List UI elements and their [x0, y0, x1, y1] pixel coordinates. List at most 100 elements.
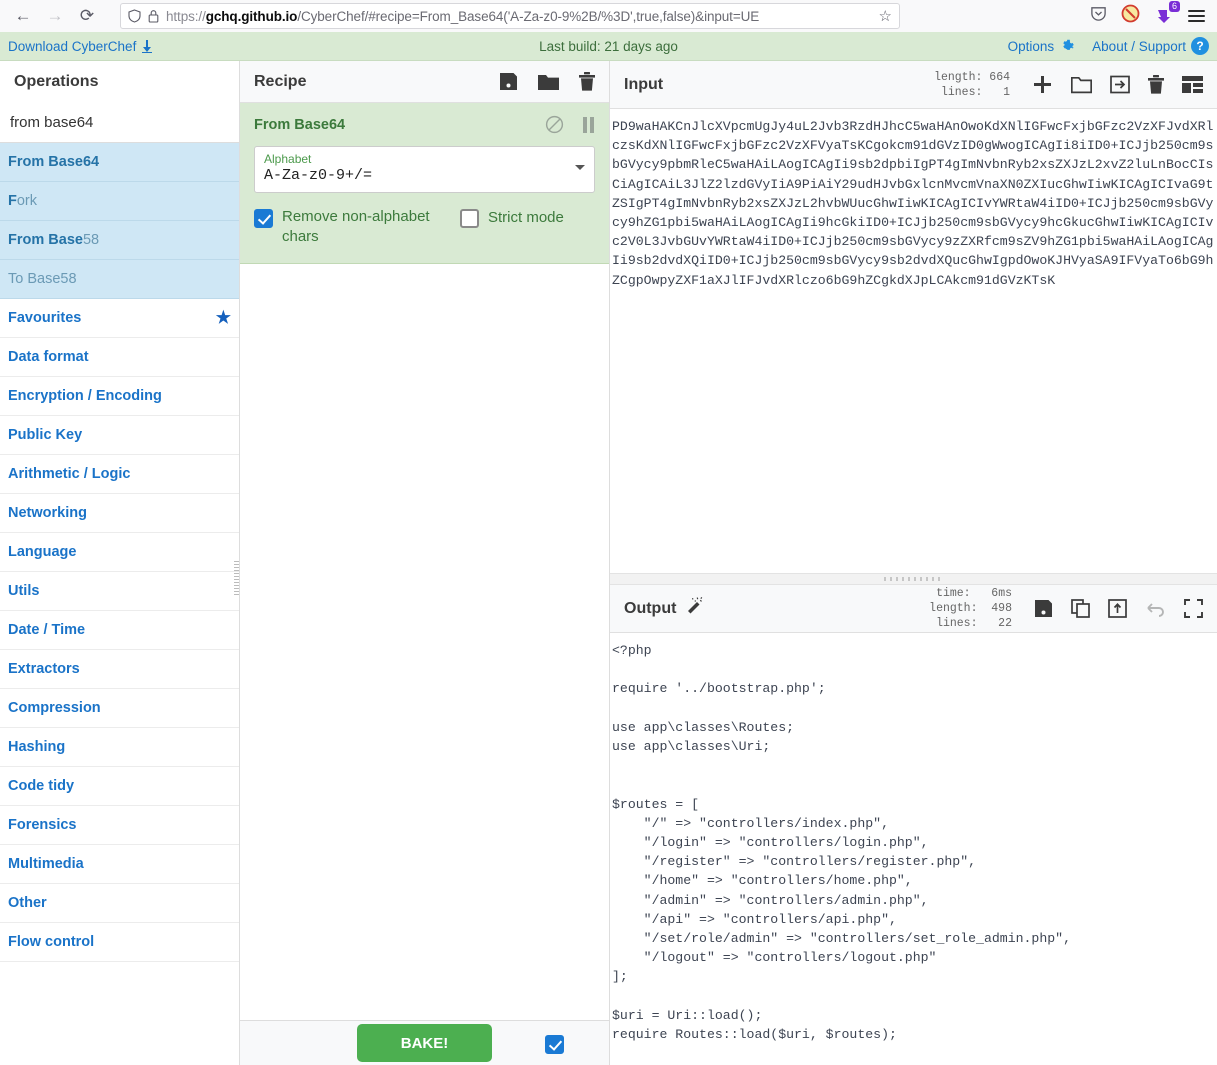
save-icon[interactable]	[1034, 599, 1053, 618]
url-text[interactable]: https://gchq.github.io/CyberChef/#recipe…	[166, 9, 872, 24]
auto-bake-checkbox[interactable]	[545, 1034, 564, 1054]
io-splitter[interactable]	[610, 573, 1217, 585]
splitter-grip	[883, 577, 944, 581]
url-path: /CyberChef/#recipe=From_Base64('A-Za-z0-…	[297, 8, 760, 24]
operation-result-fork[interactable]: Fork	[0, 182, 239, 221]
download-arrow-icon	[142, 39, 153, 53]
trash-icon[interactable]	[1148, 75, 1164, 94]
chevron-down-icon[interactable]	[575, 165, 585, 170]
layout-icon[interactable]	[1182, 76, 1203, 93]
category-label: Forensics	[8, 817, 77, 833]
operation-result-from-base64[interactable]: From Base64	[0, 143, 239, 182]
category-encryption-encoding[interactable]: Encryption / Encoding	[0, 377, 239, 416]
category-arithmetic-logic[interactable]: Arithmetic / Logic	[0, 455, 239, 494]
strict-mode-checkbox[interactable]	[460, 209, 479, 228]
recipe-title: Recipe	[254, 72, 307, 90]
category-extractors[interactable]: Extractors	[0, 650, 239, 689]
category-public-key[interactable]: Public Key	[0, 416, 239, 455]
browser-action-icons: 6	[1090, 1, 1209, 28]
category-label: Code tidy	[8, 778, 75, 794]
operations-search[interactable]	[0, 103, 239, 143]
output-meta: time: 6ms length: 498 lines: 22	[929, 587, 1012, 630]
operation-result-to-base58[interactable]: To Base58	[0, 260, 239, 299]
reload-icon[interactable]: ⟳	[72, 2, 102, 30]
copy-icon[interactable]	[1071, 599, 1090, 618]
operation-result-from-base58[interactable]: From Base 58	[0, 221, 239, 260]
category-data-format[interactable]: Data format	[0, 338, 239, 377]
pause-icon[interactable]	[582, 116, 595, 133]
alphabet-argument[interactable]: Alphabet A-Za-z0-9+/=	[254, 146, 595, 193]
category-other[interactable]: Other	[0, 884, 239, 923]
category-label: Data format	[8, 349, 89, 365]
category-hashing[interactable]: Hashing	[0, 728, 239, 767]
tracking-shield-icon[interactable]	[128, 9, 141, 23]
question-mark-icon: ?	[1191, 37, 1209, 55]
folder-icon[interactable]	[1071, 76, 1092, 94]
recipe-operation-from-base64[interactable]: From Base64 Alphabet A-Za-z0-9+/= Remove…	[240, 103, 609, 264]
category-label: Hashing	[8, 739, 66, 755]
save-icon[interactable]	[499, 72, 518, 91]
category-flow-control[interactable]: Flow control	[0, 923, 239, 962]
output-textarea[interactable]: <?php require '../bootstrap.php'; use ap…	[610, 633, 1217, 1065]
category-label: Public Key	[8, 427, 83, 443]
alphabet-input[interactable]: A-Za-z0-9+/=	[264, 166, 585, 186]
about-support-button[interactable]: About / Support ?	[1092, 37, 1209, 55]
category-compression[interactable]: Compression	[0, 689, 239, 728]
category-utils[interactable]: Utils	[0, 572, 239, 611]
search-input[interactable]	[10, 114, 229, 131]
star-icon[interactable]: ☆	[879, 7, 892, 25]
recipe-operations-list[interactable]: From Base64 Alphabet A-Za-z0-9+/= Remove…	[240, 103, 609, 1020]
magic-wand-icon[interactable]	[684, 596, 704, 621]
lock-icon[interactable]	[148, 9, 159, 23]
operations-title: Operations	[14, 73, 99, 90]
remove-non-alphabet-chars-option[interactable]: Remove non-alphabet chars	[254, 207, 432, 247]
result-match: F	[8, 193, 17, 209]
category-favourites[interactable]: Favourites ★	[0, 299, 239, 338]
plus-icon[interactable]	[1032, 74, 1053, 95]
recipe-operation-title: From Base64	[254, 116, 346, 133]
category-forensics[interactable]: Forensics	[0, 806, 239, 845]
disable-icon[interactable]	[545, 115, 564, 134]
category-code-tidy[interactable]: Code tidy	[0, 767, 239, 806]
fullscreen-icon[interactable]	[1184, 599, 1203, 618]
open-file-icon[interactable]	[1110, 75, 1130, 94]
category-label: Multimedia	[8, 856, 84, 872]
url-scheme: https://	[166, 8, 206, 24]
category-label: Favourites	[8, 310, 82, 326]
strict-mode-label: Strict mode	[488, 208, 564, 226]
category-label: Other	[8, 895, 47, 911]
category-label: Encryption / Encoding	[8, 388, 162, 404]
undo-icon[interactable]	[1145, 600, 1166, 617]
trash-icon[interactable]	[579, 72, 595, 91]
category-label: Extractors	[8, 661, 80, 677]
back-arrow-icon[interactable]: ←	[8, 2, 38, 30]
category-language[interactable]: Language	[0, 533, 239, 572]
remove-non-alphabet-chars-checkbox[interactable]	[254, 209, 273, 228]
category-date-time[interactable]: Date / Time	[0, 611, 239, 650]
forward-arrow-icon[interactable]: →	[40, 2, 70, 30]
category-multimedia[interactable]: Multimedia	[0, 845, 239, 884]
move-to-input-icon[interactable]	[1108, 599, 1127, 618]
remove-non-alphabet-chars-label: Remove non-alphabet chars	[282, 208, 430, 245]
input-area: Input length: 664 lines: 1 PD9waHAKCnJlc…	[610, 61, 1217, 573]
result-match: From Base64	[8, 154, 100, 170]
download-cyberchef-link[interactable]: Download CyberChef	[8, 39, 153, 54]
hamburger-menu-icon[interactable]	[1188, 10, 1205, 22]
address-bar[interactable]: https://gchq.github.io/CyberChef/#recipe…	[120, 3, 900, 29]
input-textarea[interactable]: PD9waHAKCnJlcXVpcmUgJy4uL2Jvb3RzdHJhcC5w…	[610, 109, 1217, 573]
pocket-icon[interactable]	[1090, 5, 1107, 27]
folder-icon[interactable]	[538, 73, 559, 91]
result-rest: 58	[82, 232, 100, 248]
result-rest: ork	[16, 193, 38, 209]
script-blocker-icon[interactable]	[1121, 4, 1140, 28]
operations-resize-handle[interactable]	[234, 561, 239, 596]
output-title: Output	[624, 599, 677, 617]
auto-bake-option[interactable]	[545, 1033, 564, 1054]
category-networking[interactable]: Networking	[0, 494, 239, 533]
cyberchef-app: Operations From Base64 Fork From Base58 …	[0, 61, 1217, 1065]
options-button[interactable]: Options	[1008, 38, 1077, 55]
downloads-icon[interactable]: 6	[1154, 1, 1180, 26]
strict-mode-option[interactable]: Strict mode	[460, 207, 564, 228]
result-rest: To Base58	[8, 271, 77, 287]
bake-button[interactable]: BAKE!	[357, 1024, 492, 1062]
